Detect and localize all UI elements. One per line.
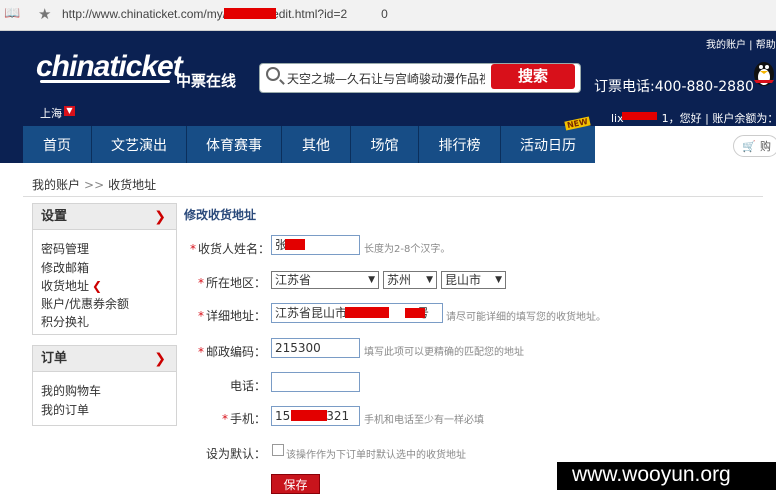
active-arrow-icon: ❮ <box>92 279 103 293</box>
redaction-mark <box>345 307 389 318</box>
chevron-down-icon: ▼ <box>495 275 502 285</box>
breadcrumb-separator: >> <box>84 178 105 192</box>
sidebar-item-email[interactable]: 修改邮箱 <box>41 259 89 276</box>
penguin-mascot-icon <box>754 62 774 86</box>
chevron-down-icon[interactable]: ▼ <box>64 106 75 116</box>
address-label: * 详细地址： <box>197 309 266 323</box>
chevron-right-icon: ❯ <box>154 209 166 225</box>
sidebar-item-address[interactable]: 收货地址 ❮ <box>41 277 102 294</box>
phone-field[interactable] <box>271 372 360 392</box>
site-logo-cn: 中票在线 <box>176 72 237 90</box>
chevron-down-icon: ▼ <box>368 275 375 285</box>
nav-rankings[interactable]: 排行榜 <box>419 126 501 163</box>
name-hint: 长度为2-8个汉字。 <box>364 244 451 255</box>
redaction-mark <box>291 410 327 421</box>
mobile-hint: 手机和电话至少有一样必填 <box>364 415 484 426</box>
sidebar-item-cart[interactable]: 我的购物车 <box>41 382 101 399</box>
city-select[interactable]: 苏州 ▼ <box>383 271 437 289</box>
region-label: * 所在地区： <box>197 276 266 290</box>
sidebar-item-password[interactable]: 密码管理 <box>41 240 89 257</box>
postcode-hint: 填写此项可以更精确的匹配您的地址 <box>364 347 524 358</box>
redaction-mark <box>224 8 276 19</box>
top-links[interactable]: 我的账户 | 帮助 <box>706 36 776 51</box>
sidebar-item-balance[interactable]: 账户/优惠券余额 <box>41 295 129 312</box>
postcode-label: * 邮政编码： <box>197 345 266 359</box>
logo-underline <box>40 80 170 83</box>
search-input[interactable]: 天空之城—久石让与宫崎骏动漫作品视 <box>287 70 485 87</box>
chevron-down-icon: ▼ <box>426 275 433 285</box>
district-select[interactable]: 昆山市 ▼ <box>441 271 506 289</box>
hotline-text: 订票电话:400-880-2880 <box>594 79 754 95</box>
default-checkbox[interactable] <box>272 444 284 456</box>
name-label: * 收货人姓名： <box>190 242 271 256</box>
default-hint: 该操作作为下订单时默认选中的收货地址 <box>286 450 466 461</box>
redaction-mark <box>622 112 657 120</box>
address-hint: 请尽可能详细的填写您的收货地址。 <box>446 312 606 323</box>
watermark: www.wooyun.org <box>572 463 731 486</box>
nav-performances[interactable]: 文艺演出 <box>92 126 187 163</box>
site-logo[interactable]: chinaticket <box>36 50 183 84</box>
breadcrumb-current: 收货地址 <box>108 178 157 192</box>
nav-venues[interactable]: 场馆 <box>351 126 419 163</box>
sidebar-orders: 订单 ❯ 我的购物车 我的订单 <box>32 345 177 426</box>
cart-icon: 🛒 <box>742 140 756 153</box>
save-button[interactable]: 保存 <box>271 474 320 494</box>
reading-list-icon[interactable]: 📖 <box>4 7 20 21</box>
province-select[interactable]: 江苏省 ▼ <box>271 271 379 289</box>
sidebar-settings-header[interactable]: 设置 ❯ <box>33 204 176 230</box>
redaction-mark <box>405 308 425 318</box>
breadcrumb-my-account[interactable]: 我的账户 <box>32 178 80 192</box>
nav-home[interactable]: 首页 <box>23 126 92 163</box>
sidebar-settings: 设置 ❯ 密码管理 修改邮箱 收货地址 ❮ 账户/优惠券余额 积分换礼 <box>32 203 177 335</box>
search-button[interactable]: 搜索 <box>491 64 575 89</box>
sidebar-orders-header[interactable]: 订单 ❯ <box>33 346 176 372</box>
default-label: 设为默认： <box>205 447 266 461</box>
city-selector[interactable]: 上海 <box>40 105 62 121</box>
postcode-field[interactable]: 215300 <box>271 338 360 358</box>
phone-label: 电话： <box>229 379 266 393</box>
nav-calendar[interactable]: 活动日历 <box>501 126 596 163</box>
breadcrumb: 我的账户 >> 收货地址 <box>32 176 156 193</box>
sidebar-item-points[interactable]: 积分换礼 <box>41 313 89 330</box>
sidebar-item-orders[interactable]: 我的订单 <box>41 401 89 418</box>
mobile-label: * 手机： <box>221 412 266 426</box>
form-title: 修改收货地址 <box>184 208 257 222</box>
redaction-mark <box>285 239 305 250</box>
search-icon <box>266 67 280 81</box>
bookmark-star-icon[interactable]: ★ <box>38 5 51 23</box>
nav-sports[interactable]: 体育赛事 <box>187 126 282 163</box>
nav-other[interactable]: 其他 <box>282 126 351 163</box>
divider <box>23 196 763 197</box>
chevron-right-icon: ❯ <box>154 351 166 367</box>
